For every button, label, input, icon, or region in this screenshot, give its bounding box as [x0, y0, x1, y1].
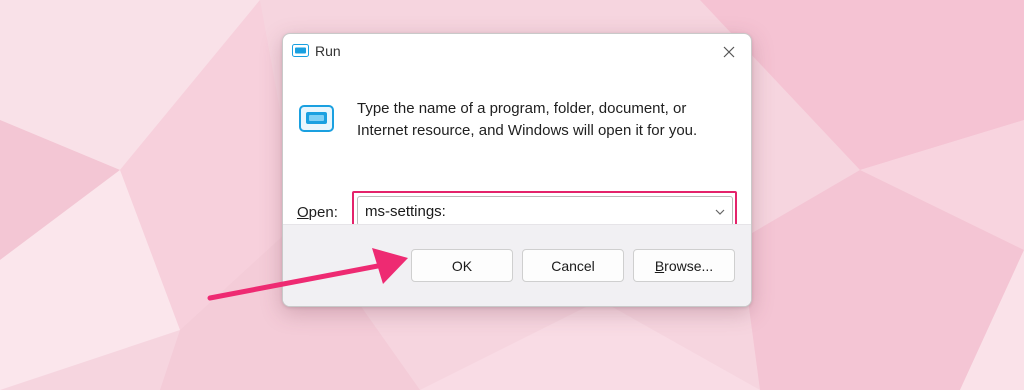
- open-label-mnemonic: O: [297, 204, 309, 221]
- dialog-description: Type the name of a program, folder, docu…: [357, 100, 698, 139]
- title-bar[interactable]: Run: [283, 34, 751, 68]
- dialog-content: Type the name of a program, folder, docu…: [283, 68, 751, 230]
- chevron-down-icon[interactable]: [714, 206, 726, 218]
- close-button[interactable]: [715, 40, 743, 64]
- close-icon: [723, 46, 735, 58]
- run-dialog: Run Type the name of a program, folder, …: [282, 33, 752, 307]
- browse-mnemonic: B: [654, 257, 665, 274]
- ok-button[interactable]: OK: [411, 249, 513, 282]
- browse-button[interactable]: Browse...: [633, 249, 735, 282]
- window-title: Run: [315, 43, 341, 59]
- run-program-icon: [299, 105, 334, 132]
- open-label-text: pen:: [308, 204, 338, 221]
- browse-label: rowse...: [664, 257, 714, 274]
- run-app-icon: [292, 44, 309, 57]
- open-combobox[interactable]: ms-settings:: [357, 196, 733, 226]
- open-label: Open:: [297, 204, 338, 221]
- button-bar: OK Cancel Browse...: [283, 224, 751, 306]
- cancel-button[interactable]: Cancel: [522, 249, 624, 282]
- open-input-value[interactable]: ms-settings:: [365, 203, 446, 220]
